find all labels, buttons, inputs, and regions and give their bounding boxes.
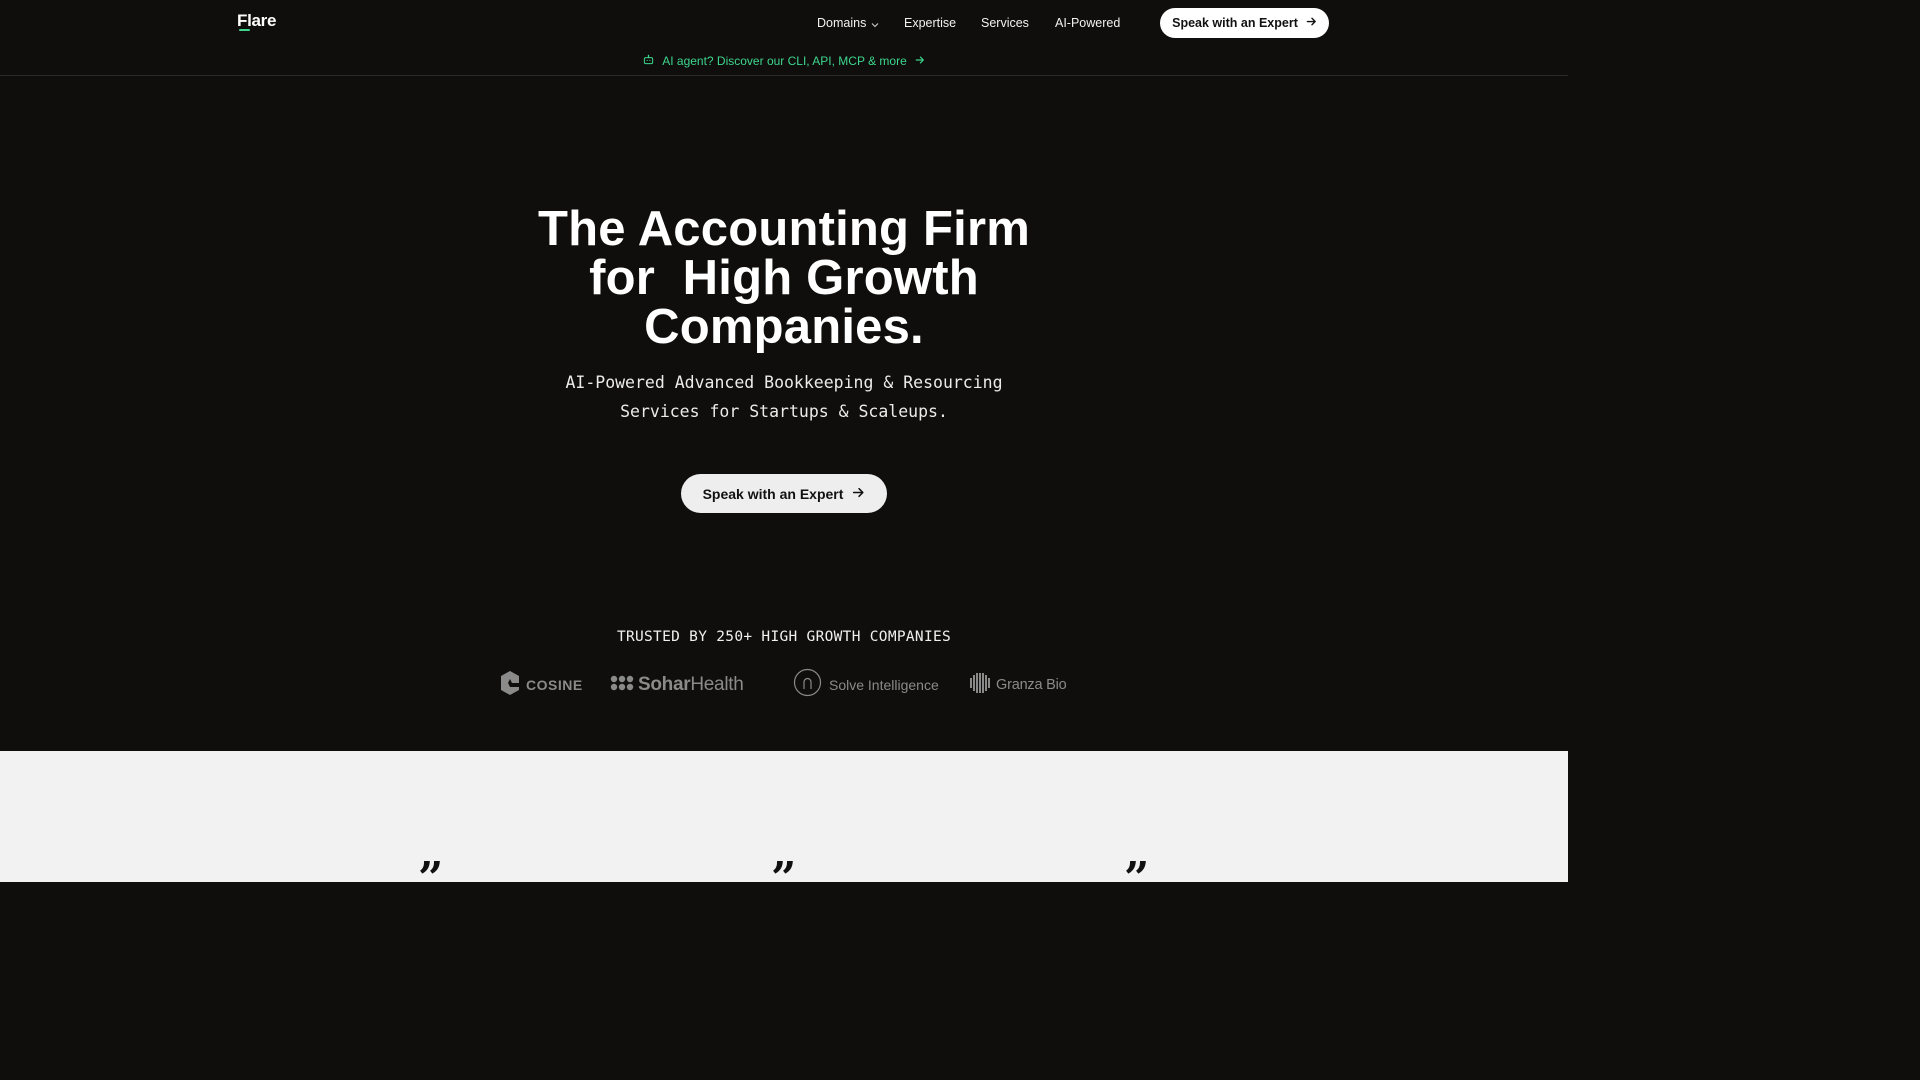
granza-bio-logo: Granza Bio: [969, 670, 1067, 700]
arrow-right-icon: [915, 54, 925, 68]
arrow-right-icon: [1306, 16, 1317, 30]
quote-icon: ”: [1124, 857, 1149, 882]
speak-with-expert-button-hero[interactable]: Speak with an Expert: [681, 474, 887, 513]
hero-subtitle: AI-Powered Advanced Bookkeeping & Resour…: [384, 368, 1184, 426]
sohar-health-logo-text: SoharHealth: [638, 674, 744, 696]
granza-bio-logo-text: Granza Bio: [996, 677, 1067, 693]
hero-subtitle-line: AI-Powered Advanced Bookkeeping & Resour…: [565, 373, 1003, 392]
hero-title-line: Companies.: [644, 300, 924, 354]
sohar-health-logo: SoharHealth: [610, 670, 744, 700]
cosine-logo-text: COSINE: [526, 677, 583, 693]
flare-logo[interactable]: Flare: [237, 11, 276, 31]
button-label: Speak with an Expert: [1172, 16, 1298, 30]
button-label: Speak with an Expert: [702, 485, 844, 502]
hero-title: The Accounting Firm for High Growth Comp…: [384, 205, 1184, 352]
bot-icon: [643, 54, 654, 68]
hero-subtitle-line: Services for Startups & Scaleups.: [620, 402, 948, 421]
cosine-logo-icon: [499, 670, 521, 701]
hero-title-line: The Accounting Firm: [538, 202, 1030, 256]
sohar-logo-icon: [610, 675, 634, 696]
nav-item-ai-powered[interactable]: AI-Powered: [1055, 16, 1120, 30]
sohar-logo-text-a: Sohar: [638, 674, 691, 695]
granza-logo-icon: [969, 672, 991, 699]
speak-with-expert-button-header[interactable]: Speak with an Expert: [1160, 8, 1329, 38]
solve-intelligence-logo: Solve Intelligence: [793, 668, 939, 702]
hero-title-line: for High Growth: [589, 251, 979, 305]
logo-accent-underline: [239, 29, 250, 31]
quote-icon: ”: [418, 857, 443, 882]
solve-logo-icon: [793, 668, 822, 702]
nav-item-domains[interactable]: Domains: [817, 16, 879, 31]
nav-item-expertise[interactable]: Expertise: [904, 16, 956, 30]
nav-item-services[interactable]: Services: [981, 16, 1029, 30]
cosine-logo: COSINE: [499, 670, 583, 700]
top-navbar: Flare Domains Expertise Services AI-Powe…: [0, 0, 1568, 46]
nav-item-label: Domains: [817, 16, 867, 30]
arrow-right-icon: [852, 486, 865, 502]
solve-intelligence-logo-text: Solve Intelligence: [829, 677, 939, 693]
ai-agent-announcement-link[interactable]: AI agent? Discover our CLI, API, MCP & m…: [0, 48, 1568, 74]
header-divider: [0, 75, 1568, 76]
sohar-logo-text-b: Health: [690, 674, 744, 695]
chevron-down-icon: [871, 17, 879, 31]
quote-icon: ”: [771, 857, 796, 882]
trusted-by-heading: TRUSTED BY 250+ HIGH GROWTH COMPANIES: [616, 629, 952, 645]
announcement-text: AI agent? Discover our CLI, API, MCP & m…: [662, 54, 907, 68]
